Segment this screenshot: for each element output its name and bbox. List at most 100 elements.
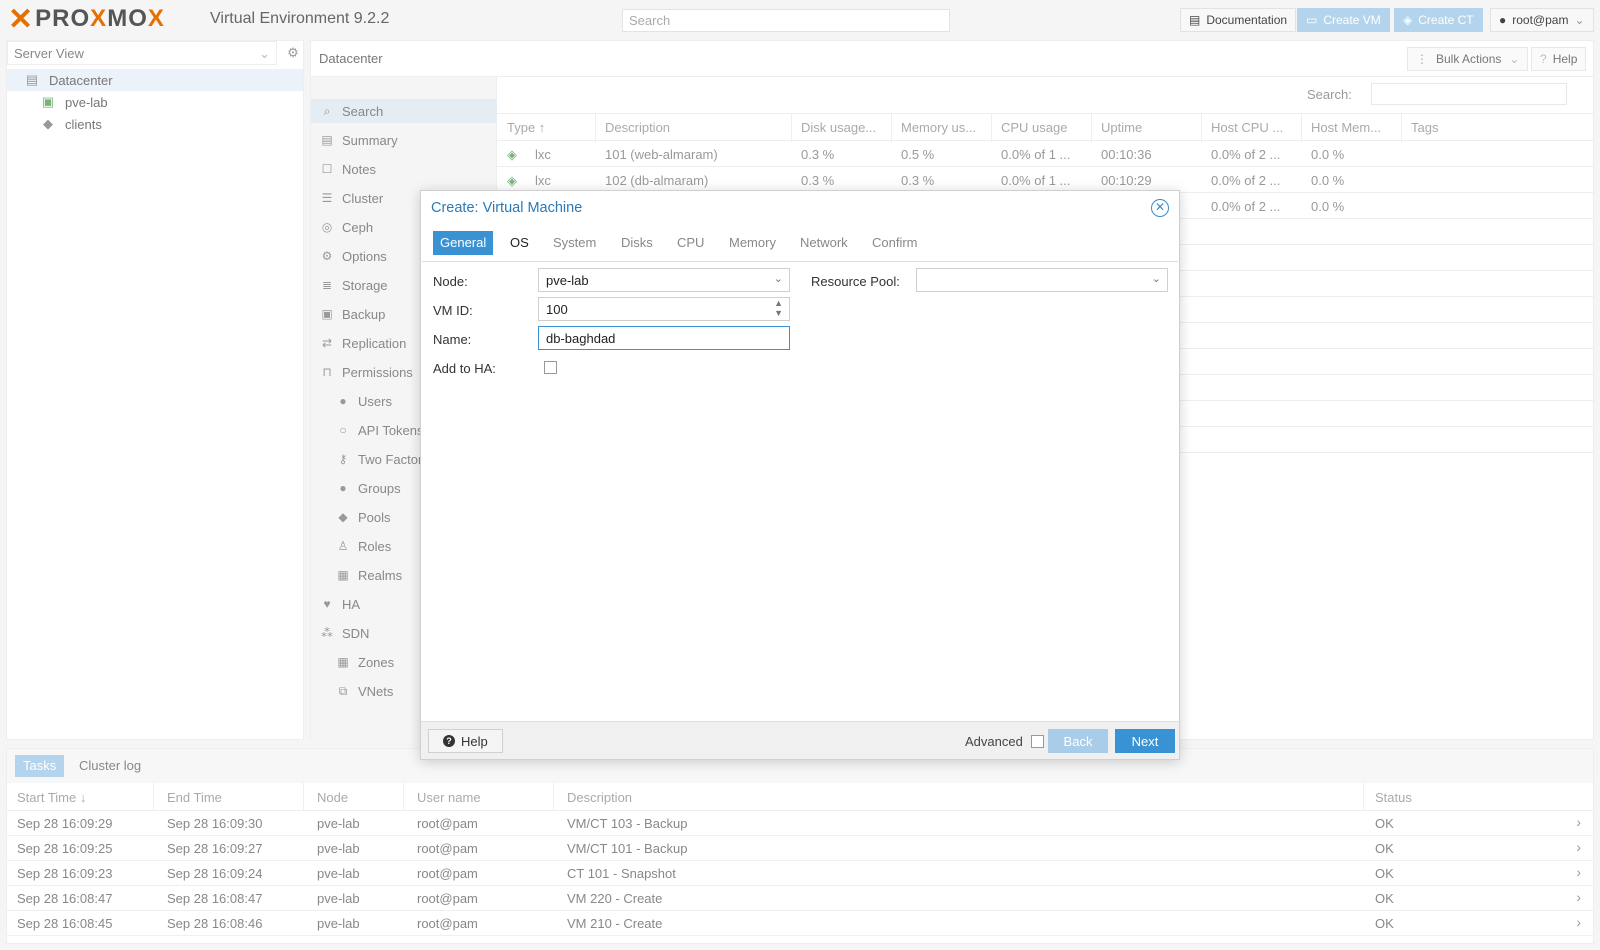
tab-system[interactable]: System <box>546 231 603 255</box>
tree-item-pve-lab[interactable]: ▣ pve-lab <box>7 91 303 113</box>
column-header[interactable]: Tags <box>1411 120 1438 135</box>
back-button[interactable]: Back <box>1048 729 1108 753</box>
tab-memory[interactable]: Memory <box>722 231 783 255</box>
help-button[interactable]: ? Help <box>1531 47 1587 71</box>
user-menu-button[interactable]: ● root@pam ⌄ <box>1490 8 1594 32</box>
task-row[interactable]: Sep 28 16:08:47 Sep 28 16:08:47 pve-lab … <box>7 886 1593 911</box>
tree-item-datacenter[interactable]: ▤ Datacenter <box>7 69 303 91</box>
column-header[interactable]: Uptime <box>1101 120 1142 135</box>
column-header[interactable]: Memory us... <box>901 120 976 135</box>
tab-network[interactable]: Network <box>793 231 855 255</box>
tab-general[interactable]: General <box>433 231 494 255</box>
tab-cpu[interactable]: CPU <box>670 231 711 255</box>
proxmox-x-icon: ✕ <box>8 2 34 36</box>
male-icon: ♙ <box>337 539 349 553</box>
cell-host-mem: 0.0 % <box>1311 147 1345 162</box>
column-header[interactable]: User name <box>417 790 481 805</box>
node-select[interactable]: pve-lab ⌄ <box>538 268 790 292</box>
vmid-spinner[interactable]: 100 ▲ ▼ <box>538 297 790 321</box>
gear-icon: ⚙ <box>321 249 333 263</box>
cell-host-mem: 0.0 % <box>1311 173 1345 188</box>
task-node: pve-lab <box>317 841 360 856</box>
database-icon: ≣ <box>321 278 333 292</box>
column-header[interactable]: CPU usage <box>1001 120 1067 135</box>
grid-icon: ▦ <box>337 655 349 669</box>
chevron-right-icon[interactable]: › <box>1576 889 1581 905</box>
cell-cpu: 0.0% of 1 ... <box>1001 173 1071 188</box>
add-to-ha-checkbox[interactable] <box>544 361 557 374</box>
submenu-item-label: Backup <box>342 306 386 322</box>
spinner-arrows-icon[interactable]: ▲ ▼ <box>774 298 783 318</box>
task-row[interactable]: Sep 28 16:09:23 Sep 28 16:09:24 pve-lab … <box>7 861 1593 886</box>
bulk-actions-button[interactable]: ⋮ Bulk Actions ⌄ <box>1407 47 1529 71</box>
submenu-item-notes[interactable]: ☐ Notes <box>311 157 497 181</box>
submenu-item-label: Two Factor <box>358 451 423 467</box>
cell-type: lxc <box>535 147 551 162</box>
chevron-right-icon[interactable]: › <box>1576 864 1581 880</box>
tab-os[interactable]: OS <box>503 231 536 255</box>
dialog-help-button[interactable]: ? Help <box>428 729 503 753</box>
create-ct-button[interactable]: ◈ Create CT <box>1394 8 1483 32</box>
help-label: Help <box>1552 52 1578 66</box>
task-start: Sep 28 16:09:23 <box>17 866 113 881</box>
gear-icon[interactable]: ⚙ <box>283 42 303 64</box>
task-node: pve-lab <box>317 916 360 931</box>
name-label: Name: <box>433 332 472 347</box>
task-row[interactable]: Sep 28 16:09:25 Sep 28 16:09:27 pve-lab … <box>7 836 1593 861</box>
chevron-down-icon: ⌄ <box>1151 273 1161 285</box>
chevron-right-icon[interactable]: › <box>1576 914 1581 930</box>
tree-item-clients[interactable]: ◆ clients <box>7 113 303 135</box>
node-icon: ▣ <box>41 94 55 109</box>
column-header[interactable]: Start Time ↓ <box>17 790 86 805</box>
column-header[interactable]: Node <box>317 790 348 805</box>
submenu-item-label: Realms <box>358 567 403 583</box>
table-row[interactable]: ◈ lxc 101 (web-almaram) 0.3 % 0.5 % 0.0%… <box>497 141 1593 167</box>
global-search-input[interactable]: Search <box>622 9 950 32</box>
chevron-down-icon: ⌄ <box>1574 13 1585 27</box>
note-icon: ☐ <box>321 162 333 176</box>
cell-disk: 0.3 % <box>801 173 835 188</box>
close-icon[interactable]: ✕ <box>1151 199 1169 217</box>
tab-disks[interactable]: Disks <box>614 231 660 255</box>
create-vm-button[interactable]: ▭ Create VM <box>1297 8 1390 32</box>
tab-confirm[interactable]: Confirm <box>865 231 925 255</box>
advanced-checkbox[interactable] <box>1031 735 1044 748</box>
column-header[interactable]: Status <box>1375 790 1412 805</box>
task-row[interactable]: Sep 28 16:08:45 Sep 28 16:08:46 pve-lab … <box>7 911 1593 936</box>
column-header[interactable]: Disk usage... <box>801 120 876 135</box>
more-vertical-icon: ⋮ <box>1416 52 1428 66</box>
name-input[interactable]: db-baghdad <box>538 326 790 350</box>
tab-cluster-log[interactable]: Cluster log <box>71 755 149 777</box>
task-start: Sep 28 16:09:29 <box>17 816 113 831</box>
submenu-item-label: Storage <box>342 277 388 293</box>
grid-search-input[interactable] <box>1371 83 1567 105</box>
documentation-button[interactable]: ▤ Documentation <box>1180 8 1297 32</box>
container-icon: ◈ <box>507 147 517 162</box>
cell-type: lxc <box>535 173 551 188</box>
column-header[interactable]: End Time <box>167 790 222 805</box>
column-header[interactable]: Host CPU ... <box>1211 120 1283 135</box>
resource-pool-select[interactable]: ⌄ <box>916 268 1168 292</box>
column-header[interactable]: Description <box>605 120 670 135</box>
cell-disk: 0.3 % <box>801 147 835 162</box>
submenu-item-search[interactable]: ⌕ Search <box>311 99 497 123</box>
chevron-right-icon[interactable]: › <box>1576 839 1581 855</box>
user-label: root@pam <box>1512 13 1569 27</box>
column-header[interactable]: Host Mem... <box>1311 120 1381 135</box>
view-selector-value: Server View <box>14 46 84 61</box>
grid-search-label: Search: <box>1307 87 1352 102</box>
task-end: Sep 28 16:08:46 <box>167 916 263 931</box>
tab-tasks[interactable]: Tasks <box>15 755 65 777</box>
column-header[interactable]: Description <box>567 790 632 805</box>
view-selector[interactable]: Server View ⌄ <box>7 41 277 65</box>
submenu-item-summary[interactable]: ▤ Summary <box>311 128 497 152</box>
back-label: Back <box>1063 733 1093 749</box>
submenu-item-label: Cluster <box>342 190 384 206</box>
column-header[interactable]: Type ↑ <box>507 120 545 135</box>
next-button[interactable]: Next <box>1115 729 1175 753</box>
tags-icon: ◆ <box>43 116 53 131</box>
task-row[interactable]: Sep 28 16:09:29 Sep 28 16:09:30 pve-lab … <box>7 811 1593 836</box>
task-status: OK <box>1375 916 1394 931</box>
task-user: root@pam <box>417 841 478 856</box>
chevron-right-icon[interactable]: › <box>1576 814 1581 830</box>
